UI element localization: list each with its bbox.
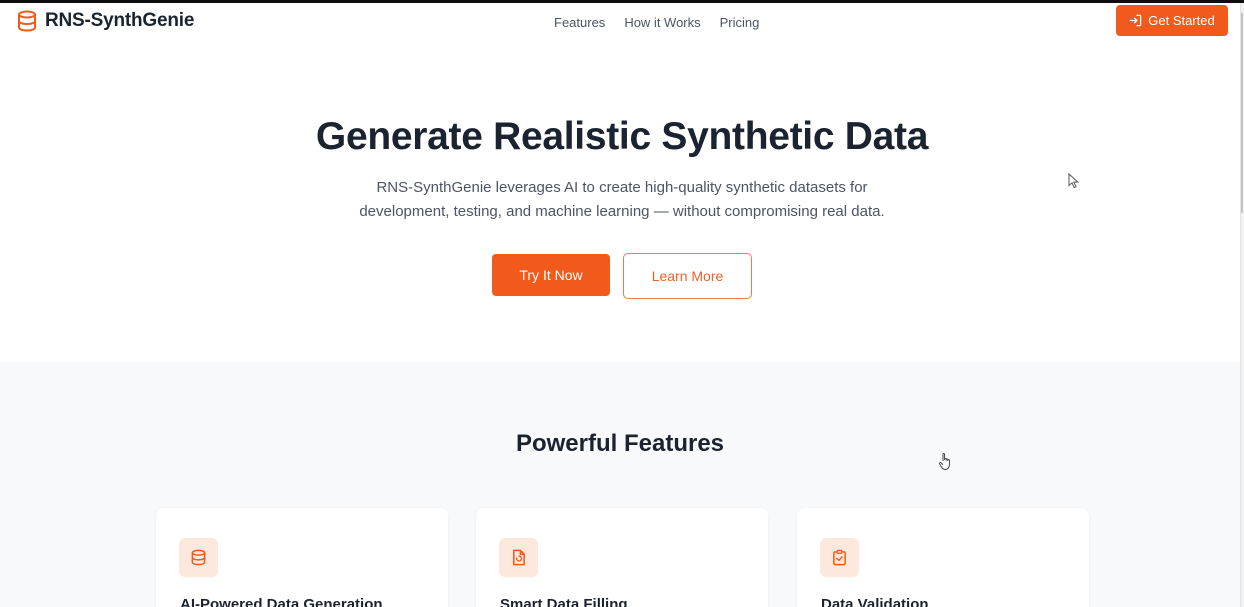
feature-icon-box xyxy=(179,538,218,577)
get-started-button[interactable]: Get Started xyxy=(1116,5,1228,36)
database-icon xyxy=(18,10,36,32)
database-icon xyxy=(191,549,206,566)
features-section: Powerful Features AI-Powered Data Genera… xyxy=(0,362,1240,607)
scrollbar-track[interactable] xyxy=(1240,3,1244,607)
feature-card-smart-filling[interactable]: Smart Data Filling xyxy=(476,508,768,607)
mouse-pointer-icon xyxy=(1068,173,1080,189)
clipboard-check-icon xyxy=(833,549,846,566)
nav-link-features[interactable]: Features xyxy=(554,15,605,30)
feature-card-data-validation[interactable]: Data Validation xyxy=(797,508,1089,607)
feature-icon-box xyxy=(499,538,538,577)
file-refresh-icon xyxy=(513,549,525,566)
feature-card-title: Smart Data Filling xyxy=(500,596,628,607)
site-header: RNS-SynthGenie Features How it Works Pri… xyxy=(0,3,1240,43)
hero-title: Generate Realistic Synthetic Data xyxy=(315,115,929,158)
brand-name: RNS-SynthGenie xyxy=(45,10,195,31)
try-it-now-button[interactable]: Try It Now xyxy=(492,254,610,296)
learn-more-button[interactable]: Learn More xyxy=(623,253,752,299)
main-nav: Features How it Works Pricing xyxy=(554,15,759,30)
sign-in-icon xyxy=(1129,14,1142,27)
feature-card-title: Data Validation xyxy=(821,596,929,607)
page: RNS-SynthGenie Features How it Works Pri… xyxy=(0,0,1244,607)
feature-card-ai-generation[interactable]: AI-Powered Data Generation xyxy=(156,508,448,607)
nav-link-how-it-works[interactable]: How it Works xyxy=(624,15,700,30)
nav-link-pricing[interactable]: Pricing xyxy=(720,15,760,30)
hero-subtitle: RNS-SynthGenie leverages AI to create hi… xyxy=(0,176,1244,224)
features-title: Powerful Features xyxy=(515,430,725,457)
get-started-label: Get Started xyxy=(1148,13,1215,28)
hero-subtitle-line-2: development, testing, and machine learni… xyxy=(359,203,885,220)
brand-logo[interactable]: RNS-SynthGenie xyxy=(17,10,194,32)
hero-subtitle-line-1: RNS-SynthGenie leverages AI to create hi… xyxy=(376,179,868,196)
hand-cursor-icon xyxy=(939,453,950,470)
feature-icon-box xyxy=(820,538,859,577)
feature-card-title: AI-Powered Data Generation xyxy=(180,596,383,607)
